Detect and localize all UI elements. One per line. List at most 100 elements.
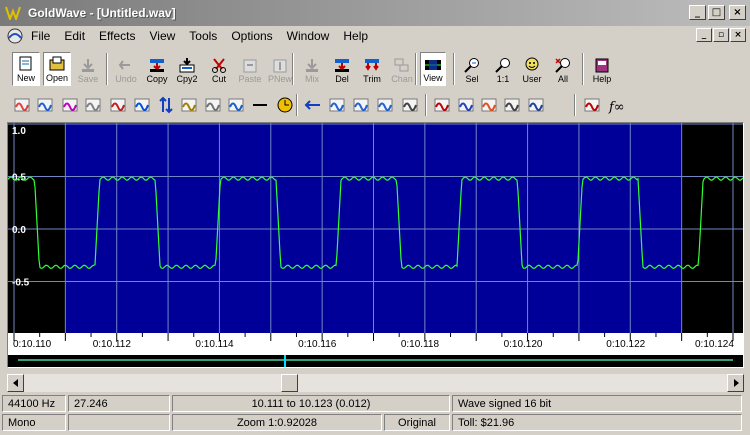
doppler-icon[interactable]	[35, 94, 55, 116]
horizontal-scrollbar[interactable]	[7, 374, 744, 392]
equalizer-icon[interactable]	[179, 94, 199, 116]
toolbar-label: Paste	[238, 74, 262, 84]
invert-icon[interactable]	[156, 94, 176, 116]
filter-icon[interactable]	[203, 94, 223, 116]
marker-icon[interactable]	[582, 94, 602, 116]
minimize-button[interactable]: _	[689, 5, 706, 20]
sel-button[interactable]: Sel	[458, 52, 486, 86]
child-restore-button[interactable]: ▫	[713, 28, 729, 42]
menu-tools[interactable]: Tools	[182, 29, 224, 43]
copy-button[interactable]: Copy	[143, 52, 171, 86]
all-button[interactable]: All	[550, 52, 576, 86]
auto-gain-icon[interactable]	[12, 94, 32, 116]
time-label: 0:10.116	[298, 339, 337, 350]
scroll-thumb[interactable]	[281, 374, 298, 392]
overview-bar[interactable]	[8, 355, 743, 367]
scroll-left-button[interactable]	[7, 374, 24, 392]
open-icon	[48, 56, 66, 72]
waveform-panel: 1.0 0.5 0.0 -0.5 0:10.110 0:10.112 0:10.114 0:…	[7, 122, 744, 368]
zoom-all-icon	[554, 57, 572, 73]
dynamics-icon[interactable]	[83, 94, 103, 116]
silence-icon[interactable]	[250, 94, 270, 116]
paste-new-icon	[271, 57, 289, 73]
resample-icon[interactable]	[351, 94, 371, 116]
trim-icon	[363, 57, 381, 73]
pan-icon[interactable]	[327, 94, 347, 116]
bandpass-icon[interactable]	[432, 94, 452, 116]
toolbar-label: 1:1	[496, 74, 510, 84]
y-axis-label: 1.0	[12, 126, 26, 137]
transpose-icon[interactable]	[375, 94, 395, 116]
toolbar-label: All	[557, 74, 568, 84]
zoom-1-1-icon	[494, 57, 512, 73]
main-toolbar: New Open Save Undo Copy Cpy2 Cut Paste PNew Mix De…	[0, 50, 750, 88]
chan-button[interactable]: Chan	[388, 52, 416, 86]
noise-icon[interactable]	[526, 94, 546, 116]
mechanize-icon[interactable]	[108, 94, 128, 116]
del-button[interactable]: Del	[328, 52, 356, 86]
user-button[interactable]: User	[518, 52, 546, 86]
copy2-icon	[178, 57, 196, 73]
toolbar-label: Del	[335, 74, 349, 84]
svg-text:f∞: f∞	[608, 100, 625, 114]
copy-icon	[148, 57, 166, 73]
reverse-icon[interactable]	[303, 94, 323, 116]
undo-button[interactable]: Undo	[112, 52, 140, 86]
paste-button[interactable]: Paste	[236, 52, 264, 86]
child-minimize-button[interactable]: _	[696, 28, 712, 42]
trim-button[interactable]: Trim	[358, 52, 386, 86]
menu-window[interactable]: Window	[280, 29, 337, 43]
menu-effects[interactable]: Effects	[92, 29, 142, 43]
waveform-graph: 1.00.50.0-0.5	[7, 123, 744, 333]
time-label: 0:10.112	[92, 339, 131, 350]
1-1-button[interactable]: 1:1	[490, 52, 516, 86]
pnew-button[interactable]: PNew	[266, 52, 294, 86]
waveform-display[interactable]: 1.0 0.5 0.0 -0.5	[7, 123, 744, 333]
flanger-icon[interactable]	[132, 94, 152, 116]
cpy2-button[interactable]: Cpy2	[173, 52, 201, 86]
menu-help[interactable]: Help	[336, 29, 375, 43]
toolbar-label: Copy	[146, 74, 168, 84]
file-length: 27.246	[68, 395, 170, 412]
new-button[interactable]: New	[12, 52, 40, 86]
menu-view[interactable]: View	[143, 29, 183, 43]
close-button[interactable]: ×	[729, 5, 746, 20]
toll-amount: Toll: $21.96	[452, 414, 742, 431]
cut-button[interactable]: Cut	[206, 52, 232, 86]
maximize-button[interactable]: □	[708, 5, 725, 20]
spectrum-icon[interactable]	[502, 94, 522, 116]
menu-options[interactable]: Options	[224, 29, 279, 43]
title-bar: GoldWave - [Untitled.wav] _ □ ×	[0, 0, 750, 26]
open-button[interactable]: Open	[43, 52, 71, 86]
time-warp-icon[interactable]	[275, 94, 295, 116]
status-row-1: 44100 Hz 27.246 10.111 to 10.123 (0.012)…	[0, 395, 742, 413]
toolbar-label: New	[16, 73, 35, 83]
lowhigh-icon[interactable]	[456, 94, 476, 116]
toolbar-label: PNew	[267, 74, 292, 84]
time-ruler[interactable]: 0:10.110 0:10.112 0:10.114 0:10.116 0:10.118…	[8, 333, 743, 355]
menu-file[interactable]: File	[24, 29, 57, 43]
new-icon	[17, 56, 35, 72]
interpolate-icon[interactable]	[400, 94, 420, 116]
file-format: Wave signed 16 bit	[452, 395, 742, 412]
delete-icon	[333, 57, 351, 73]
selection-range: 10.111 to 10.123 (0.012)	[172, 395, 450, 412]
save-icon	[79, 57, 97, 73]
mix-button[interactable]: Mix	[298, 52, 326, 86]
toolbar-label: Sel	[465, 74, 479, 84]
sample-rate: 44100 Hz	[2, 395, 66, 412]
function-icon[interactable]: f∞	[607, 94, 627, 116]
y-axis-label: 0.0	[12, 225, 26, 236]
toolbar-label: Mix	[305, 74, 319, 84]
child-close-button[interactable]: ×	[730, 28, 746, 42]
scroll-right-button[interactable]	[727, 374, 744, 392]
view-button[interactable]: View	[420, 52, 446, 86]
help-button[interactable]: Help	[588, 52, 616, 86]
parametric-icon[interactable]	[479, 94, 499, 116]
mix-icon	[303, 57, 321, 73]
menu-edit[interactable]: Edit	[57, 29, 92, 43]
save-button[interactable]: Save	[74, 52, 102, 86]
offset-icon[interactable]	[226, 94, 246, 116]
document-logo-icon[interactable]	[6, 27, 24, 45]
echo-icon[interactable]	[60, 94, 80, 116]
